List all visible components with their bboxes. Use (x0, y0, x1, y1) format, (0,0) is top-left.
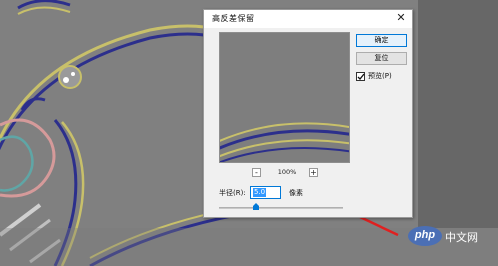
zoom-in-button[interactable]: + (309, 168, 318, 177)
dialog-title: 高反差保留 (212, 14, 255, 23)
radius-label: 半径(R): (219, 189, 246, 197)
preview-area[interactable] (219, 32, 350, 163)
close-icon[interactable]: ✕ (395, 12, 407, 24)
high-pass-dialog: 高反差保留 ✕ 确定 复位 预览(P) - 100% + 半径(R): 5.0 … (203, 9, 413, 218)
radius-value: 5.0 (253, 188, 267, 197)
preview-checkbox-label: 预览(P) (368, 72, 392, 80)
radius-input[interactable]: 5.0 (250, 186, 281, 199)
zoom-level: 100% (277, 168, 297, 176)
php-site-text: 中文网 (445, 231, 478, 244)
zoom-out-button[interactable]: - (252, 168, 261, 177)
php-logo: php (408, 226, 442, 246)
radius-slider-track[interactable] (219, 207, 343, 209)
preview-image (220, 33, 349, 162)
preview-checkbox[interactable] (356, 72, 365, 81)
reset-button[interactable]: 复位 (356, 52, 407, 65)
dialog-titlebar[interactable]: 高反差保留 ✕ (204, 10, 412, 28)
php-watermark: php 中文网 (408, 226, 498, 248)
ok-button[interactable]: 确定 (356, 34, 407, 47)
radius-unit: 像素 (289, 189, 303, 197)
checkmark-icon (357, 73, 365, 80)
php-brand-text: php (414, 229, 436, 241)
slider-thumb-icon[interactable] (253, 203, 260, 210)
